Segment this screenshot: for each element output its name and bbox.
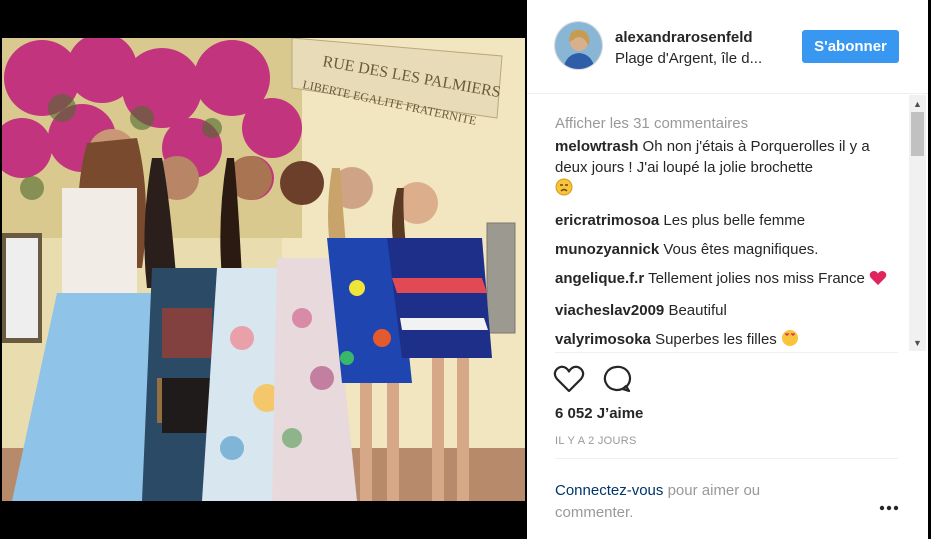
comment-text: Les plus belle femme — [663, 212, 806, 229]
comment-text: Superbes les filles — [655, 331, 777, 348]
avatar-icon — [555, 22, 602, 69]
comment-username[interactable]: viacheslav2009 — [555, 302, 664, 319]
red-heart-icon — [869, 270, 887, 292]
divider — [555, 458, 898, 459]
comment-username[interactable]: valyrimosoka — [555, 331, 651, 348]
comment-text: Beautiful — [668, 302, 727, 319]
comment-item: melowtrash Oh non j'étais à Porquerolles… — [555, 136, 905, 202]
comments-scrollbar[interactable]: ▲ ▼ — [909, 95, 926, 351]
heart-eyes-icon — [781, 329, 799, 352]
comment-text: Vous êtes magnifiques. — [663, 241, 819, 258]
comment-username[interactable]: melowtrash — [555, 138, 638, 155]
photo-pane: RUE DES LES PALMIERS LIBERTE EGALITE FRA… — [0, 0, 527, 539]
like-count[interactable]: 6 052 J’aime — [555, 405, 643, 422]
follow-button[interactable]: S'abonner — [802, 30, 899, 63]
comment-item: ericratrimosoa Les plus belle femme — [555, 210, 905, 231]
post-details-panel: alexandrarosenfeld Plage d'Argent, île d… — [527, 0, 928, 539]
comment-item: munozyannick Vous êtes magnifiques. — [555, 239, 905, 260]
comments-list: Afficher les 31 commentaires melowtrash … — [555, 110, 905, 352]
comment-username[interactable]: ericratrimosoa — [555, 212, 659, 229]
comment-item: viacheslav2009 Beautiful — [555, 300, 905, 321]
comment-text: Tellement jolies nos miss France — [648, 270, 865, 287]
load-more-comments-link[interactable]: Afficher les 31 commentaires — [555, 113, 905, 134]
comment-username[interactable]: angelique.f.r — [555, 270, 644, 287]
post-timestamp[interactable]: IL Y A 2 JOURS — [555, 435, 637, 447]
sleepy-face-icon — [555, 178, 573, 202]
login-link[interactable]: Connectez-vous — [555, 482, 663, 499]
post-location[interactable]: Plage d'Argent, île d... — [615, 50, 785, 67]
comment-bubble-icon — [603, 365, 632, 393]
comment-item: angelique.f.r Tellement jolies nos miss … — [555, 268, 905, 292]
comment-button[interactable] — [600, 364, 632, 394]
more-dots-icon — [879, 505, 899, 511]
comment-username[interactable]: munozyannick — [555, 241, 659, 258]
post-header: alexandrarosenfeld Plage d'Argent, île d… — [527, 0, 928, 94]
scroll-up-arrow-icon[interactable]: ▲ — [909, 95, 926, 112]
post-photo[interactable]: RUE DES LES PALMIERS LIBERTE EGALITE FRA… — [2, 38, 525, 501]
username[interactable]: alexandrarosenfeld — [615, 29, 753, 46]
divider — [555, 352, 898, 353]
post-photo-illustration: RUE DES LES PALMIERS LIBERTE EGALITE FRA… — [2, 38, 525, 501]
login-prompt: Connectez-vous pour aimer ou commenter. — [555, 480, 825, 524]
comment-item: valyrimosoka Superbes les filles — [555, 329, 905, 352]
heart-outline-icon — [553, 365, 585, 393]
more-options-button[interactable] — [877, 498, 901, 518]
avatar[interactable] — [554, 21, 603, 70]
scrollbar-thumb[interactable] — [911, 112, 924, 156]
scroll-down-arrow-icon[interactable]: ▼ — [909, 334, 926, 351]
like-button[interactable] — [553, 364, 585, 394]
